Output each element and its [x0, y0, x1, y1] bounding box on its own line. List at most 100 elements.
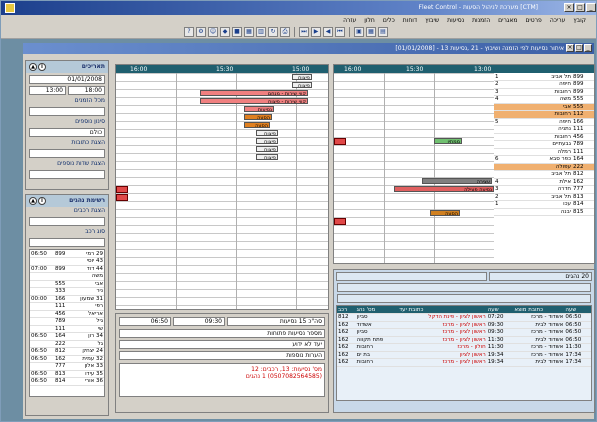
table-row[interactable]: 162 בת ים ראשון לציון 19:34 אשדוד - מרכז 17:3… — [337, 351, 591, 359]
table-row[interactable]: 07:00 899 44 דוד — [30, 265, 104, 273]
table-row[interactable]: אבי 555 — [494, 103, 594, 111]
vehicle-trip-bar[interactable]: פיצוח — [256, 154, 278, 160]
settings-icon[interactable]: ⚙ — [196, 26, 206, 37]
table-row[interactable]: 162 אשדוד ראשון לציון - מרכז 09:30 אשדוד לבי… — [337, 321, 591, 329]
users-icon[interactable]: ☺ — [208, 26, 218, 37]
table-row[interactable]: 06:50 899 29 רמי — [30, 250, 104, 258]
table-row[interactable]: נתניה 111 — [494, 125, 594, 134]
menu-item[interactable]: נסיעות — [447, 17, 464, 24]
table-row[interactable]: 06:50 162 32 עמית — [30, 355, 104, 363]
bottom-search-input[interactable] — [336, 272, 488, 281]
vehicle-trip-bar[interactable]: הסעה — [244, 122, 270, 128]
table-row[interactable]: 111 שי — [30, 325, 104, 333]
table-row[interactable]: 06:50 813 35 עידו — [30, 370, 104, 378]
table-row[interactable]: 162 פתח תקווה ראשון לציון - מרכז 11:30 אשדוד… — [337, 336, 591, 344]
collapse-icon[interactable]: ▲ — [29, 63, 37, 71]
collapse-icon[interactable]: ▲ — [29, 197, 37, 205]
maximize-button[interactable]: □ — [575, 3, 585, 12]
first-record-icon[interactable]: ⏮ — [335, 26, 345, 37]
lookup2-input[interactable] — [29, 170, 105, 179]
menu-item[interactable]: קובץ — [573, 17, 586, 24]
ride-bar[interactable]: נסיעה פעילה — [394, 186, 494, 192]
ride-bar[interactable]: הסעה — [430, 210, 460, 216]
refresh-icon[interactable]: ↻ — [268, 26, 278, 37]
rides-gantt[interactable]: 16:00 15:30 13:00 1 תל אביב 899 2 חיפה 899 3 רחוב… — [333, 64, 595, 264]
child-minimize-button[interactable]: _ — [584, 44, 592, 52]
open-icon[interactable]: ▦ — [366, 26, 376, 37]
next-record-icon[interactable]: ▶ — [311, 26, 321, 37]
drivers-list[interactable]: 06:50 899 29 רמי 43 יוסי 07:00 899 44 דוד משה 55… — [29, 249, 105, 397]
ride-bar[interactable]: עצירה — [422, 178, 492, 184]
table-row[interactable]: 2 חיפה 899 — [494, 80, 594, 89]
from-input[interactable] — [29, 107, 105, 116]
table-row[interactable]: 222 גל — [30, 340, 104, 348]
date-input[interactable]: 01/01/2008 — [29, 75, 105, 84]
table-row[interactable]: רמלה 111 — [494, 148, 594, 156]
table-row[interactable]: 43 יוסי — [30, 257, 104, 266]
vehicle-trip-bar[interactable]: קווי שירות - מנחם — [200, 90, 308, 96]
end-time-field[interactable]: 09:30 — [173, 317, 225, 326]
vehicle-trip-bar[interactable]: פיצוח — [292, 74, 312, 80]
bottom-filter-input[interactable] — [337, 283, 591, 292]
start-time-field[interactable]: 06:50 — [119, 317, 171, 326]
save-icon[interactable]: ▣ — [354, 26, 364, 37]
child-close-button[interactable]: × — [566, 44, 574, 52]
vehicle-trip-bar[interactable]: קווי שירות - פיצוח — [200, 98, 308, 104]
time-to-input[interactable]: 13:00 — [29, 86, 66, 95]
table-row[interactable]: 3 חדרה 777 — [494, 185, 594, 194]
driver-rides-table[interactable]: רכב מס' נהג כתובת יעד שעה כתובת מוצא שעה 812 סב… — [336, 305, 592, 401]
menu-item[interactable]: שיבוץ — [425, 17, 439, 24]
vehicles-gantt[interactable]: 16:00 15:30 15:00 פיצוח פיצוח קווי שירות - מ… — [115, 64, 329, 310]
menu-item[interactable]: עזרה — [343, 17, 356, 24]
column-header[interactable]: כתובת יעד — [398, 306, 487, 314]
vehicle-trip-bar[interactable]: פיצוח — [256, 146, 278, 152]
menu-item[interactable]: כלים — [383, 17, 395, 24]
table-row[interactable]: עפולה 222 — [494, 163, 594, 171]
table-row[interactable]: משה — [30, 272, 104, 281]
help-icon[interactable]: ? — [184, 26, 194, 37]
vehicle-type-input[interactable] — [29, 238, 105, 247]
child-maximize-button[interactable]: □ — [575, 44, 583, 52]
table-row[interactable]: 5 חיפה 166 — [494, 118, 594, 126]
table-row[interactable]: רחובות 456 — [494, 133, 594, 141]
table-row[interactable]: 777 33 אלון — [30, 362, 104, 371]
menu-item[interactable]: דוחות — [403, 17, 417, 24]
red-marker-tab[interactable] — [116, 194, 128, 201]
menu-item[interactable]: עריכה — [550, 17, 566, 24]
vehicle-trip-bar[interactable]: נסיעות — [244, 106, 274, 112]
prev-record-icon[interactable]: ◀ — [323, 26, 333, 37]
table-row[interactable]: 1 תל אביב 899 — [494, 73, 594, 81]
vehicle-trip-bar[interactable]: פיצוח — [256, 130, 278, 136]
last-record-icon[interactable]: ⏭ — [299, 26, 309, 37]
red-marker-tab[interactable] — [334, 218, 346, 225]
table-row[interactable]: יבנה 815 — [494, 208, 594, 216]
info-icon[interactable]: i — [38, 63, 46, 71]
table-row[interactable]: 6 כפר סבא 164 — [494, 155, 594, 164]
table-row[interactable]: 2 תל אביב 813 — [494, 193, 594, 201]
menu-item[interactable]: פרטים — [525, 17, 541, 24]
info-icon[interactable]: i — [38, 197, 46, 205]
red-marker-tab[interactable] — [116, 186, 128, 193]
table-row[interactable]: גבעתיים 789 — [494, 140, 594, 149]
map-icon[interactable]: ◆ — [220, 26, 230, 37]
table-row[interactable]: 06:50 164 34 רון — [30, 332, 104, 341]
rides-count-field[interactable]: סה"כ 15 נסיעות — [227, 317, 325, 326]
menu-item[interactable]: הזמנות — [472, 17, 490, 24]
menu-item[interactable]: חלון — [364, 17, 375, 24]
vehicle-trip-bar[interactable]: פיצוח — [292, 82, 312, 88]
menu-item[interactable]: מאגרים — [498, 17, 517, 24]
table-row[interactable]: 789 גיל — [30, 317, 104, 326]
new-icon[interactable]: ▤ — [378, 26, 388, 37]
table-row[interactable]: תל אביב 812 — [494, 170, 594, 179]
filter-input[interactable]: כולם — [29, 128, 105, 137]
column-header[interactable]: שעה — [486, 306, 514, 314]
table-row[interactable]: 333 ניר — [30, 287, 104, 296]
grid-icon[interactable]: ▦ — [244, 26, 254, 37]
table-row[interactable]: 00:00 166 31 שמעון — [30, 295, 104, 303]
table-row[interactable]: 3 רחובות 899 — [494, 88, 594, 96]
vehicles-input[interactable] — [29, 217, 105, 226]
ride-bar[interactable]: ממתין — [434, 138, 462, 144]
vehicle-trip-bar[interactable]: פיצוח — [256, 138, 278, 144]
table-row[interactable]: 06:50 814 36 אורי — [30, 377, 104, 386]
print-icon[interactable]: ⎙ — [280, 26, 290, 37]
